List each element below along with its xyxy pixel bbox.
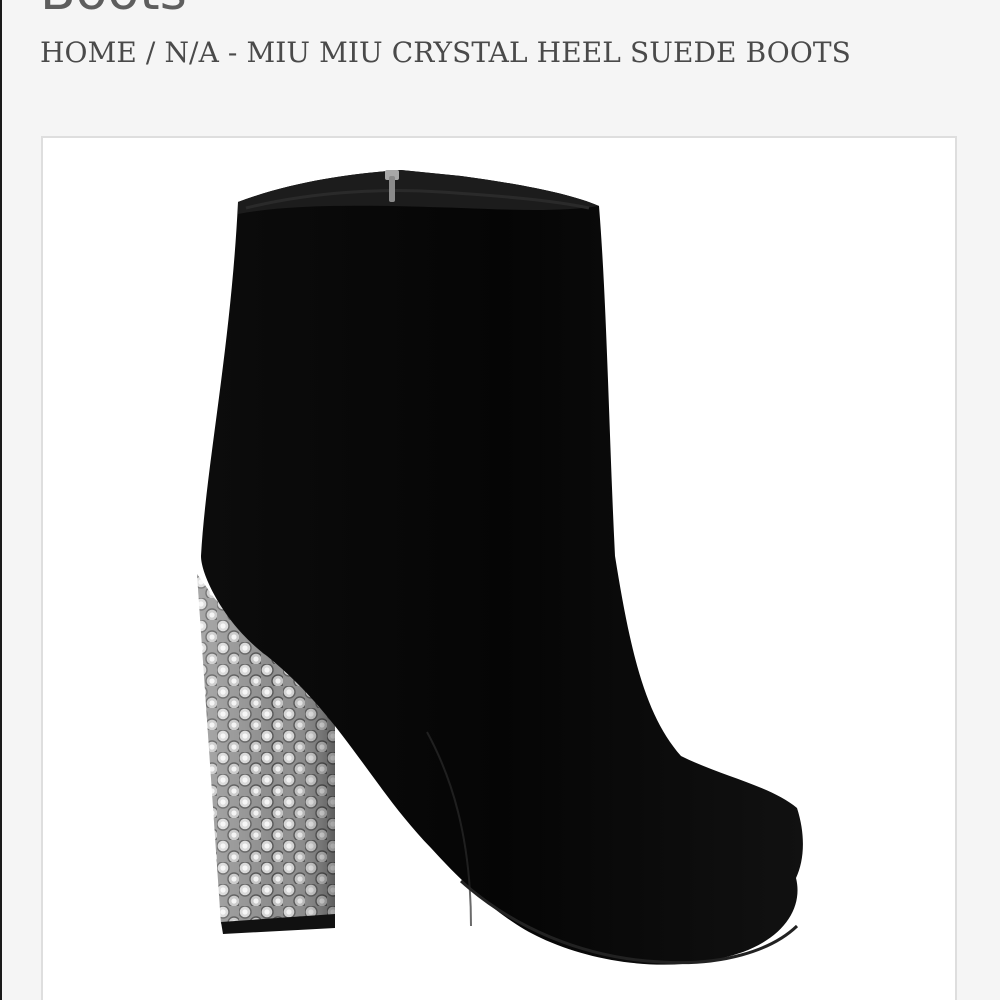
- page-title: Boots: [40, 0, 187, 18]
- breadcrumb: HOME / N/A - MIU MIU CRYSTAL HEEL SUEDE …: [40, 36, 851, 70]
- breadcrumb-separator: /: [136, 36, 165, 69]
- left-edge-divider: [0, 0, 2, 1000]
- breadcrumb-home-link[interactable]: HOME: [40, 36, 137, 69]
- breadcrumb-current: N/A - MIU MIU CRYSTAL HEEL SUEDE BOOTS: [164, 36, 851, 69]
- product-image[interactable]: [41, 136, 957, 1000]
- product-image-card[interactable]: [41, 136, 957, 1000]
